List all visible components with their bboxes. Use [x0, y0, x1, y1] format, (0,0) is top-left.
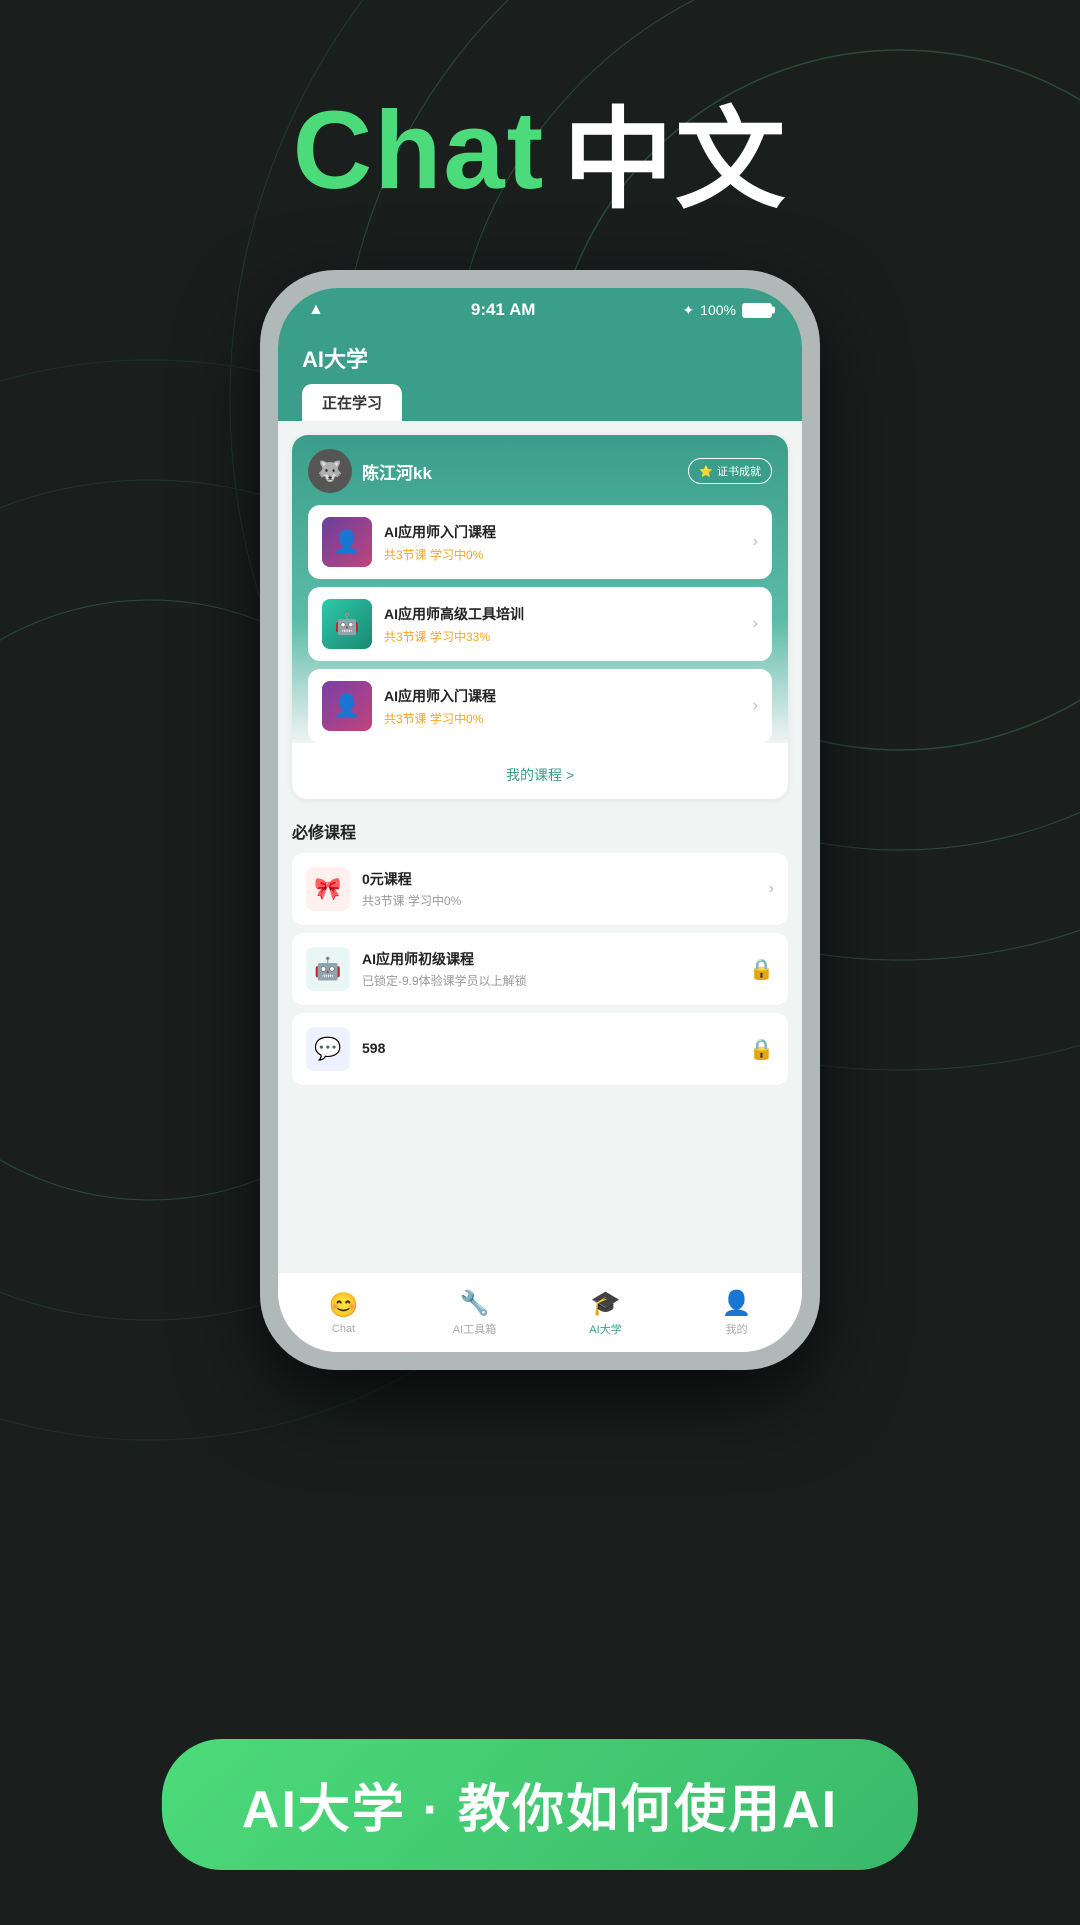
header-title-area: Chat 中文 — [0, 70, 1080, 230]
course-item-3[interactable]: 👤 AI应用师入门课程 共3节课 学习中0% › — [308, 669, 772, 743]
required-name-2: AI应用师初级课程 — [362, 949, 737, 969]
avatar: 🐺 — [308, 449, 352, 493]
required-chevron-1: › — [769, 880, 774, 898]
app-header: AI大学 正在学习 — [278, 332, 802, 421]
app-title: AI大学 — [302, 342, 778, 384]
status-time: 9:41 AM — [471, 300, 536, 320]
course-meta-3: 共3节课 学习中0% — [384, 710, 741, 727]
required-item-3[interactable]: 💬 598 🔒 — [292, 1013, 788, 1085]
nav-university-label: AI大学 — [589, 1321, 621, 1337]
chevron-right-icon-1: › — [753, 533, 758, 551]
tab-bar: 正在学习 — [302, 384, 778, 421]
my-courses-link[interactable]: 我的课程 > — [292, 751, 788, 799]
nav-university-icon: 🎓 — [591, 1289, 621, 1318]
required-item-1[interactable]: 🎀 0元课程 共3节课 学习中0% › — [292, 853, 788, 925]
course-item-2[interactable]: 🤖 AI应用师高级工具培训 共3节课 学习中33% › — [308, 587, 772, 661]
chat-label: Chat — [293, 87, 545, 214]
course-name-2: AI应用师高级工具培训 — [384, 604, 741, 624]
card-gradient-header: 🐺 陈江河kk ⭐ 证书成就 👤 — [292, 435, 788, 743]
course-info-3: AI应用师入门课程 共3节课 学习中0% — [384, 686, 741, 727]
user-row: 🐺 陈江河kk ⭐ 证书成就 — [308, 449, 772, 493]
required-section-title: 必修课程 — [292, 819, 788, 843]
username: 陈江河kk — [362, 459, 432, 484]
bottom-cta[interactable]: AI大学 · 教你如何使用AI — [162, 1739, 918, 1870]
course-info-2: AI应用师高级工具培训 共3节课 学习中33% — [384, 604, 741, 645]
learning-card: 🐺 陈江河kk ⭐ 证书成就 👤 — [292, 435, 788, 799]
chat-bubble-icon: 💬 — [314, 1036, 341, 1062]
chevron-right-icon-3: › — [753, 697, 758, 715]
nav-tools-label: AI工具箱 — [453, 1321, 496, 1337]
required-info-2: AI应用师初级课程 已锁定-9.9体验课学员以上解锁 — [362, 949, 737, 989]
course-meta-1: 共3节课 学习中0% — [384, 546, 741, 563]
main-content: 🐺 陈江河kk ⭐ 证书成就 👤 — [278, 421, 802, 1272]
wifi-icon: ▲ — [308, 301, 324, 319]
nav-chat-icon: 😊 — [329, 1291, 359, 1320]
course-name-1: AI应用师入门课程 — [384, 522, 741, 542]
chevron-right-icon-2: › — [753, 615, 758, 633]
nav-item-university[interactable]: 🎓 AI大学 — [540, 1289, 671, 1337]
required-info-1: 0元课程 共3节课 学习中0% — [362, 869, 757, 909]
required-name-1: 0元课程 — [362, 869, 757, 889]
required-info-3: 598 — [362, 1040, 737, 1059]
gift-icon: 🎀 — [314, 876, 341, 902]
course-thumb-1: 👤 — [322, 517, 372, 567]
course-name-3: AI应用师入门课程 — [384, 686, 741, 706]
required-item-2[interactable]: 🤖 AI应用师初级课程 已锁定-9.9体验课学员以上解锁 🔒 — [292, 933, 788, 1005]
course-thumb-3: 👤 — [322, 681, 372, 731]
required-name-3: 598 — [362, 1040, 737, 1056]
required-icon-3: 💬 — [306, 1027, 350, 1071]
lock-icon-3: 🔒 — [749, 1037, 774, 1062]
chinese-label: 中文 — [563, 70, 787, 230]
user-info: 🐺 陈江河kk — [308, 449, 432, 493]
course-thumb-2: 🤖 — [322, 599, 372, 649]
required-icon-2: 🤖 — [306, 947, 350, 991]
nav-tools-icon: 🔧 — [460, 1289, 490, 1318]
bluetooth-icon: ✦ — [682, 302, 694, 319]
phone-screen: ▲ 9:41 AM ✦ 100% AI大学 正在学习 — [278, 288, 802, 1352]
nav-item-chat[interactable]: 😊 Chat — [278, 1291, 409, 1335]
tab-learning[interactable]: 正在学习 — [302, 384, 402, 421]
battery-percent: 100% — [700, 302, 736, 318]
course-info-1: AI应用师入门课程 共3节课 学习中0% — [384, 522, 741, 563]
nav-item-mine[interactable]: 👤 我的 — [671, 1289, 802, 1337]
lock-icon-2: 🔒 — [749, 957, 774, 982]
battery-area: ✦ 100% — [682, 302, 772, 319]
nav-item-tools[interactable]: 🔧 AI工具箱 — [409, 1289, 540, 1337]
required-section: 必修课程 🎀 0元课程 共3节课 学习中0% › 🤖 — [278, 809, 802, 1085]
phone-frame: ▲ 9:41 AM ✦ 100% AI大学 正在学习 — [260, 270, 820, 1370]
robot-icon: 🤖 — [314, 956, 341, 982]
course-item-1[interactable]: 👤 AI应用师入门课程 共3节课 学习中0% › — [308, 505, 772, 579]
bottom-nav: 😊 Chat 🔧 AI工具箱 🎓 AI大学 👤 我的 — [278, 1272, 802, 1352]
nav-chat-label: Chat — [332, 1323, 355, 1335]
required-sub-2: 已锁定-9.9体验课学员以上解锁 — [362, 972, 737, 989]
cert-badge[interactable]: ⭐ 证书成就 — [688, 458, 772, 484]
cert-star-icon: ⭐ — [699, 465, 713, 478]
required-icon-1: 🎀 — [306, 867, 350, 911]
course-meta-2: 共3节课 学习中33% — [384, 628, 741, 645]
bottom-cta-text: AI大学 · 教你如何使用AI — [242, 1781, 838, 1839]
cert-badge-text: 证书成就 — [717, 463, 761, 479]
battery-icon — [742, 303, 772, 318]
nav-mine-icon: 👤 — [722, 1289, 752, 1318]
status-bar: ▲ 9:41 AM ✦ 100% — [278, 288, 802, 332]
required-sub-1: 共3节课 学习中0% — [362, 892, 757, 909]
nav-mine-label: 我的 — [726, 1321, 748, 1337]
